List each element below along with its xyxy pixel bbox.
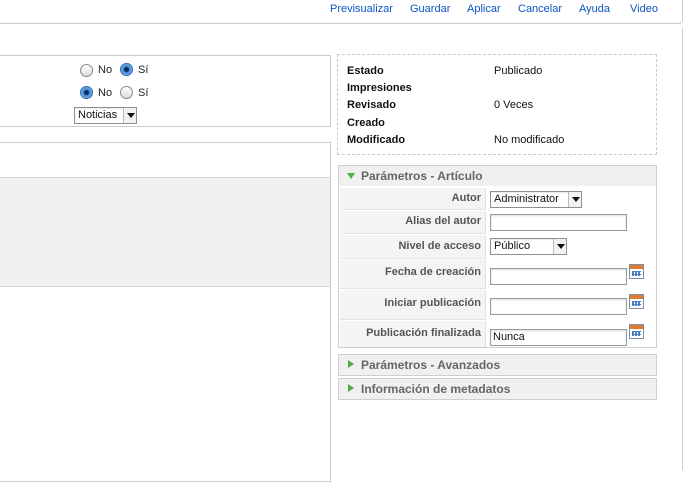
- radio-row1-si-label: Sí: [138, 64, 149, 76]
- params-advanced-title: Parámetros - Avanzados: [361, 358, 501, 372]
- editor-panel: [0, 142, 331, 482]
- chevron-down-icon: [553, 239, 566, 254]
- chevron-down-icon: [568, 192, 581, 207]
- params-advanced-header[interactable]: Parámetros - Avanzados: [338, 354, 657, 376]
- section-select[interactable]: Noticias: [74, 107, 137, 124]
- fecha-input[interactable]: [490, 268, 627, 285]
- finalizada-input[interactable]: Nunca: [490, 329, 627, 346]
- fecha-label: Fecha de creación: [340, 260, 486, 289]
- params-article-header[interactable]: Parámetros - Artículo: [338, 165, 657, 187]
- radio-row1-no-label: No: [98, 64, 113, 76]
- radio-row2-si-label: Sí: [138, 87, 149, 99]
- radio-row1-no[interactable]: [80, 64, 93, 77]
- video-button[interactable]: Video: [630, 3, 658, 15]
- page-border: [682, 27, 683, 470]
- finalizada-label: Publicación finalizada: [340, 321, 486, 347]
- revisado-label: Revisado: [347, 99, 396, 111]
- creado-label: Creado: [347, 117, 385, 129]
- radio-row2-no[interactable]: [80, 86, 93, 99]
- autor-label: Autor: [340, 188, 486, 210]
- radio-row2-si[interactable]: [120, 86, 133, 99]
- modificado-value: No modificado: [494, 134, 565, 146]
- nivel-label: Nivel de acceso: [340, 235, 486, 259]
- alias-input[interactable]: [490, 214, 627, 231]
- estado-label: Estado: [347, 65, 384, 77]
- autor-select[interactable]: Administrator: [490, 191, 582, 208]
- expand-arrow-icon: [347, 173, 355, 179]
- alias-label: Alias del autor: [340, 211, 486, 234]
- cancel-button[interactable]: Cancelar: [518, 3, 562, 15]
- calendar-icon[interactable]: [629, 264, 644, 279]
- preview-button[interactable]: Previsualizar: [330, 3, 393, 15]
- collapsed-arrow-icon: [348, 360, 354, 368]
- iniciar-label: Iniciar publicación: [340, 290, 486, 320]
- revisado-value: 0 Veces: [494, 99, 534, 111]
- apply-button[interactable]: Aplicar: [467, 3, 501, 15]
- calendar-icon[interactable]: [629, 324, 644, 339]
- iniciar-input[interactable]: [490, 298, 627, 315]
- help-button[interactable]: Ayuda: [579, 3, 610, 15]
- modificado-label: Modificado: [347, 134, 406, 146]
- calendar-icon[interactable]: [629, 294, 644, 309]
- collapsed-arrow-icon: [348, 384, 354, 392]
- params-article-body: Autor Administrator Alias del autor Nive…: [338, 186, 657, 348]
- article-info-box: Estado Publicado Impresiones Revisado 0 …: [337, 54, 657, 155]
- radio-row1-si[interactable]: [120, 63, 133, 76]
- impresiones-label: Impresiones: [347, 82, 412, 94]
- metadata-header[interactable]: Información de metadatos: [338, 378, 657, 400]
- params-article-title: Parámetros - Artículo: [361, 169, 483, 183]
- chevron-down-icon: [123, 108, 136, 123]
- autor-select-value: Administrator: [494, 193, 559, 205]
- save-button[interactable]: Guardar: [410, 3, 450, 15]
- section-select-value: Noticias: [78, 109, 118, 121]
- access-level-value: Público: [494, 240, 531, 252]
- estado-value: Publicado: [494, 65, 543, 77]
- access-level-select[interactable]: Público: [490, 238, 567, 255]
- metadata-title: Información de metadatos: [361, 382, 511, 396]
- editor-toolbar: [0, 177, 330, 287]
- radio-row2-no-label: No: [98, 87, 113, 99]
- article-options-panel: No Sí No Sí Noticias: [0, 55, 331, 127]
